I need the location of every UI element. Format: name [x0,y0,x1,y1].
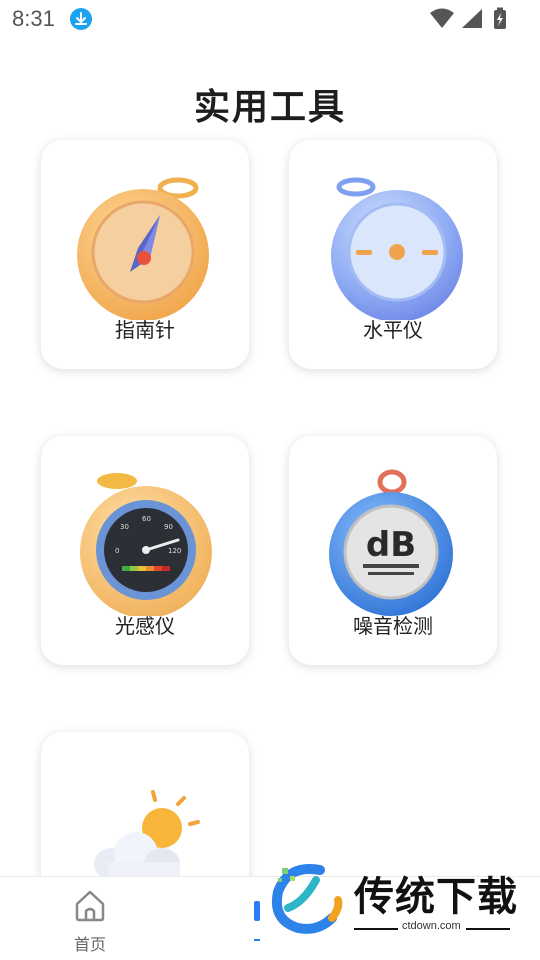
status-icons [430,7,506,29]
gauge-tick-label: 0 [115,547,119,555]
level-icon [331,177,463,320]
nav-tab-home[interactable]: 首页 [50,887,130,957]
download-icon [70,8,92,30]
page-title: 实用工具 [193,87,346,128]
gauge-tick-label: 120 [168,547,181,555]
watermark-domain: ctdown.com [402,920,461,932]
tool-label: 指南针 [115,318,175,342]
watermark-rule [466,928,510,930]
gauge-tick-label: 90 [164,523,173,531]
decibel-meter-icon: dB [329,469,453,616]
home-icon [75,890,105,922]
light-meter-icon: 30 60 90 0 120 [80,473,212,616]
cellular-signal-icon [462,9,482,28]
watermark-brand: 传统下载 [354,874,518,920]
watermark: 传统下载 ctdown.com [268,860,530,940]
gauge-tick-label: 60 [142,515,151,523]
status-time: 8:31 [12,6,55,31]
nav-tab-tools-icon[interactable] [254,901,260,921]
decibel-unit-text: dB [366,525,416,565]
tool-card-light-meter[interactable]: 30 60 90 0 120 光感仪 [41,436,249,665]
tool-label: 水平仪 [363,318,423,342]
tool-card-noise-detection[interactable]: dB 噪音检测 [289,436,497,665]
tool-card-compass[interactable]: 指南针 [41,140,249,369]
compass-icon [77,177,209,320]
tool-label: 光感仪 [115,614,175,638]
nav-tab-home-label: 首页 [73,935,106,954]
watermark-logo [272,864,343,934]
nav-tab-tools-label[interactable] [254,939,260,941]
gauge-tick-label: 30 [120,523,129,531]
wifi-icon [430,8,454,28]
battery-charging-icon [494,7,506,29]
tool-card-level[interactable]: 水平仪 [289,140,497,369]
status-bar: 8:31 [0,0,540,40]
tool-label: 噪音检测 [353,614,433,638]
watermark-rule [354,928,398,930]
